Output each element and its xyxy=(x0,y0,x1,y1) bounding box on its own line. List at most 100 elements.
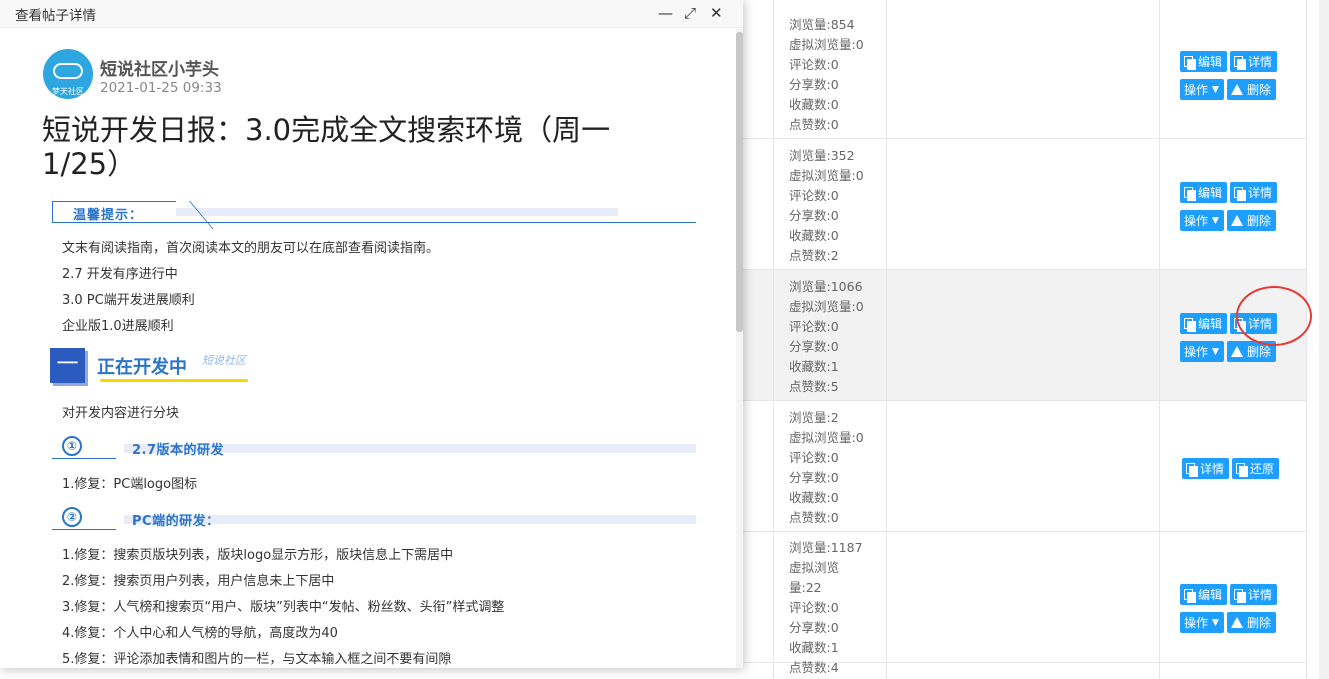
edit-button[interactable]: 编辑 xyxy=(1180,313,1228,334)
section-desc: 对开发内容进行分块 xyxy=(62,406,180,421)
copy-icon xyxy=(1234,588,1247,603)
subsection-line xyxy=(52,458,116,459)
copy-icon xyxy=(1184,186,1196,201)
delete-button[interactable]: 删除 xyxy=(1226,210,1276,231)
post-stats: 浏览量:854 虚拟浏览量:0 评论数:0 分享数:0 收藏数:0 点赞数:0 xyxy=(789,15,879,135)
section-heading: 一 正在开发中 短说社区 xyxy=(50,346,300,406)
stat-shares: 分享数:0 xyxy=(789,208,839,223)
copy-icon xyxy=(1234,55,1247,70)
caret-down-icon: ▼ xyxy=(1212,346,1219,357)
stat-likes: 点赞数:2 xyxy=(789,248,839,263)
column-divider xyxy=(1306,0,1307,679)
intro-line: 2.7 开发有序进行中 xyxy=(62,267,178,282)
subsection-number: ② xyxy=(62,507,82,527)
warning-icon xyxy=(1230,346,1243,357)
intro-line: 文末有阅读指南，首次阅读本文的朋友可以在底部查看阅读指南。 xyxy=(62,241,440,256)
heading-underline xyxy=(100,379,248,382)
stat-favorites: 收藏数:0 xyxy=(789,97,839,112)
list-item: 1.修复：PC端logo图标 xyxy=(62,477,198,492)
cloud-icon xyxy=(53,63,83,79)
post-stats: 浏览量:1187 虚拟浏览 量:22 评论数:0 分享数:0 收藏数:1 点赞数… xyxy=(789,538,879,678)
copy-icon xyxy=(1234,186,1247,201)
tip-band xyxy=(176,208,618,216)
post-stats: 浏览量:1066 虚拟浏览量:0 评论数:0 分享数:0 收藏数:1 点赞数:5 xyxy=(789,277,879,397)
warning-icon xyxy=(1230,215,1243,226)
post-stats: 浏览量:352 虚拟浏览量:0 评论数:0 分享数:0 收藏数:0 点赞数:2 xyxy=(789,146,879,266)
edit-button[interactable]: 编辑 xyxy=(1180,584,1228,605)
maximize-icon[interactable]: ⤢ xyxy=(684,4,696,22)
close-icon[interactable]: ✕ xyxy=(710,4,723,22)
list-item: 1.修复：搜索页版块列表，版块logo显示方形，版块信息上下需居中 xyxy=(62,548,454,563)
stat-views: 浏览量:1187 xyxy=(789,540,863,555)
edit-button[interactable]: 编辑 xyxy=(1180,51,1228,72)
author-name[interactable]: 短说社区小芋头 xyxy=(100,55,219,80)
column-divider xyxy=(773,0,774,679)
stat-likes: 点赞数:4 xyxy=(789,660,839,675)
stat-comments: 评论数:0 xyxy=(789,450,839,465)
dialog-scrollbar-thumb[interactable] xyxy=(736,32,743,332)
copy-icon xyxy=(1186,462,1198,477)
operations-dropdown-button[interactable]: 操作 ▼ xyxy=(1180,612,1224,633)
warning-icon xyxy=(1230,84,1243,95)
stat-favorites: 收藏数:0 xyxy=(789,228,839,243)
list-item: 3.修复：人气榜和搜索页“用户、版块”列表中“发帖、粉丝数、头衔”样式调整 xyxy=(62,600,505,615)
column-divider xyxy=(1159,0,1160,679)
dialog-title: 查看帖子详情 xyxy=(15,8,96,24)
copy-icon xyxy=(1184,317,1196,332)
stat-comments: 评论数:0 xyxy=(789,319,839,334)
detail-button[interactable]: 详情 xyxy=(1182,458,1230,479)
stat-likes: 点赞数:0 xyxy=(789,117,839,132)
subsection-heading: ② PC端的研发： xyxy=(52,507,696,530)
edit-button[interactable]: 编辑 xyxy=(1180,182,1228,203)
column-divider xyxy=(886,0,887,679)
section-number: 一 xyxy=(50,348,85,383)
section-tag: 短说社区 xyxy=(202,354,246,367)
stat-shares: 分享数:0 xyxy=(789,339,839,354)
dialog-content: 梦天社区 短说社区小芋头 2021-01-25 09:33 短说开发日报：3.0… xyxy=(0,29,743,668)
avatar-label: 梦天社区 xyxy=(52,87,84,96)
delete-button[interactable]: 删除 xyxy=(1226,612,1276,633)
stat-comments: 评论数:0 xyxy=(789,57,839,72)
stat-views: 浏览量:854 xyxy=(789,17,855,32)
stat-likes: 点赞数:0 xyxy=(789,510,839,525)
stat-views: 浏览量:2 xyxy=(789,410,839,425)
dialog-titlebar[interactable]: 查看帖子详情 — ⤢ ✕ xyxy=(0,0,743,28)
post-date: 2021-01-25 09:33 xyxy=(100,80,222,96)
restore-button[interactable]: 还原 xyxy=(1232,458,1280,479)
operations-dropdown-button[interactable]: 操作 ▼ xyxy=(1180,79,1224,100)
stat-comments: 评论数:0 xyxy=(789,600,839,615)
list-item: 4.修复：个人中心和人气榜的导航，高度改为40 xyxy=(62,626,338,641)
warning-icon xyxy=(1230,617,1243,628)
stat-shares: 分享数:0 xyxy=(789,620,839,635)
subsection-heading: ① 2.7版本的研发 xyxy=(52,436,696,459)
caret-down-icon: ▼ xyxy=(1212,617,1219,628)
stat-views: 浏览量:352 xyxy=(789,148,855,163)
operations-dropdown-button[interactable]: 操作 ▼ xyxy=(1180,341,1224,362)
detail-button[interactable]: 详情 xyxy=(1230,584,1278,605)
page-scrollbar[interactable] xyxy=(1319,0,1329,679)
list-item: 2.修复：搜索页用户列表，用户信息未上下居中 xyxy=(62,574,335,589)
operations-dropdown-button[interactable]: 操作 ▼ xyxy=(1180,210,1224,231)
delete-button[interactable]: 删除 xyxy=(1226,79,1276,100)
post-title: 短说开发日报：3.0完成全文搜索环境（周一1/25） xyxy=(42,113,611,181)
stat-favorites: 收藏数:1 xyxy=(789,640,839,655)
section-title: 正在开发中 xyxy=(97,357,187,378)
detail-button[interactable]: 详情 xyxy=(1230,51,1278,72)
copy-icon xyxy=(1236,462,1249,477)
stat-favorites: 收藏数:1 xyxy=(789,359,839,374)
intro-line: 3.0 PC端开发进展顺利 xyxy=(62,293,195,308)
caret-down-icon: ▼ xyxy=(1212,215,1219,226)
stat-favorites: 收藏数:0 xyxy=(789,490,839,505)
avatar: 梦天社区 xyxy=(43,49,93,99)
detail-button[interactable]: 详情 xyxy=(1230,182,1278,203)
subsection-title: PC端的研发： xyxy=(132,514,220,529)
stat-virtual-views-value: 量:22 xyxy=(789,580,822,595)
copy-icon xyxy=(1184,588,1196,603)
stat-likes: 点赞数:5 xyxy=(789,379,839,394)
post-detail-dialog: 查看帖子详情 — ⤢ ✕ 梦天社区 短说社区小芋头 2021-01-25 09:… xyxy=(0,0,743,668)
stat-virtual-views: 虚拟浏览 xyxy=(789,560,840,575)
minimize-icon[interactable]: — xyxy=(658,4,673,22)
stat-comments: 评论数:0 xyxy=(789,188,839,203)
caret-down-icon: ▼ xyxy=(1212,84,1219,95)
stat-virtual-views: 虚拟浏览量:0 xyxy=(789,430,864,445)
